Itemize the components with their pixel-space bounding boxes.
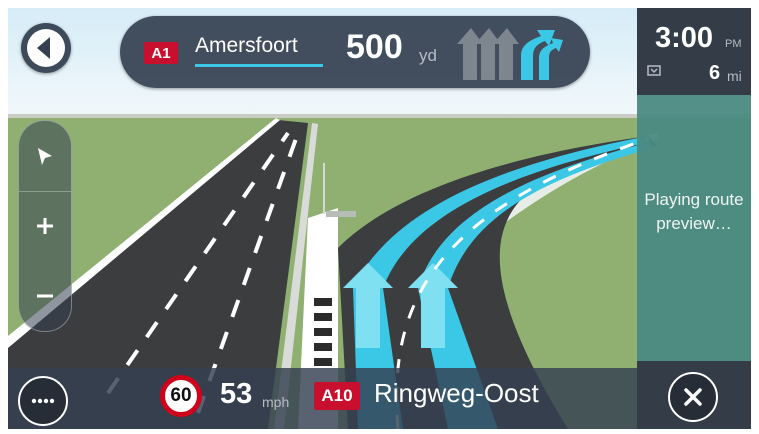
- remaining-distance: 6: [709, 62, 721, 84]
- distance-to-turn: 500: [346, 28, 403, 66]
- pan-view-button[interactable]: [19, 129, 71, 184]
- main-menu-button[interactable]: [18, 376, 68, 426]
- arrival-info-panel[interactable]: 3:00 PM 6 mi: [637, 8, 751, 95]
- minus-icon: [37, 294, 53, 298]
- navigation-screen: A1 Amersfoort 500 yd 3:00 PM 6 mi Playin…: [8, 8, 751, 429]
- street-underline: [195, 64, 323, 67]
- back-button[interactable]: [21, 23, 71, 73]
- distance-unit: yd: [419, 46, 437, 65]
- speed-unit: mph: [262, 394, 290, 410]
- gantry: [326, 211, 356, 217]
- zoom-in-button[interactable]: [19, 193, 71, 258]
- current-speed: 53: [220, 378, 253, 410]
- destination-flag-icon: [647, 65, 661, 76]
- close-area: [637, 361, 751, 429]
- road-number-shield: A1: [144, 42, 178, 64]
- zoom-controls: [18, 120, 72, 332]
- plus-icon: [37, 217, 53, 234]
- close-button[interactable]: [668, 372, 718, 422]
- more-dots-icon: [31, 398, 55, 404]
- current-street-name: Ringweg-Oost: [374, 378, 539, 408]
- route-preview-status: Playing route preview…: [644, 190, 744, 233]
- back-arrow-icon: [27, 29, 65, 67]
- arrival-time: 3:00: [655, 22, 714, 54]
- remaining-distance-unit: mi: [727, 68, 742, 84]
- speed-limit-sign: 60: [160, 375, 202, 417]
- zoom-divider: [19, 191, 71, 192]
- pan-cursor-icon: [38, 147, 52, 165]
- close-icon: [684, 388, 702, 406]
- current-road-shield: A10: [314, 382, 360, 410]
- next-instruction-panel[interactable]: A1 Amersfoort 500 yd: [120, 16, 590, 88]
- lane-arrows-icon: [457, 28, 563, 80]
- bottom-bar: 60 53 mph A10 Ringweg-Oost: [8, 368, 637, 429]
- next-street-name: Amersfoort: [195, 34, 298, 57]
- zoom-out-button[interactable]: [19, 266, 71, 326]
- arrival-ampm: PM: [725, 38, 742, 50]
